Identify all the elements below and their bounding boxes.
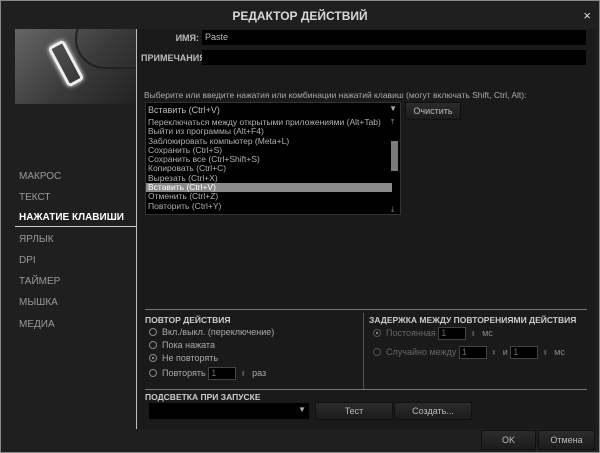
close-icon[interactable]: ×	[583, 8, 591, 23]
radio-label: Пока нажата	[162, 340, 215, 350]
divider	[145, 389, 587, 390]
constant-delay-input[interactable]: 1	[438, 327, 467, 340]
radio-checked-icon[interactable]	[373, 328, 381, 337]
keystroke-combo[interactable]: Вставить (Ctrl+V) ▼ Переключаться между …	[145, 102, 401, 215]
list-item[interactable]: Повторить (Ctrl+Y)	[146, 201, 392, 211]
notes-label: ПРИМЕЧАНИЯ:	[141, 53, 209, 63]
divider	[363, 313, 364, 389]
nav-keystroke[interactable]: НАЖАТИЕ КЛАВИШИ	[19, 212, 124, 223]
no-repeat-radio[interactable]: Не повторять	[149, 353, 218, 363]
spinner-icon[interactable]: ⬍	[542, 349, 548, 357]
and-label: и	[502, 346, 508, 357]
combo-value[interactable]: Вставить (Ctrl+V)	[148, 105, 220, 115]
keystroke-prompt: Выберите или введите нажатия или комбина…	[144, 90, 527, 100]
create-button[interactable]: Создать...	[394, 402, 472, 420]
nav-active-underline	[15, 226, 137, 227]
nav-text[interactable]: ТЕКСТ	[19, 192, 51, 203]
radio-label: Повторять	[162, 367, 206, 378]
divider	[136, 29, 137, 429]
spinner-icon[interactable]: ⬍	[491, 349, 497, 357]
ok-button[interactable]: OK	[481, 430, 536, 450]
delay-title: ЗАДЕРЖКА МЕЖДУ ПОВТОРЕНИЯМИ ДЕЙСТВИЯ	[369, 315, 577, 325]
notes-input[interactable]	[202, 50, 586, 65]
scroll-top-icon[interactable]: ⤒	[391, 119, 399, 127]
repeat-toggle-radio[interactable]: Вкл./выкл. (переключение)	[149, 327, 274, 337]
radio-label: Вкл./выкл. (переключение)	[162, 327, 275, 337]
radio-icon[interactable]	[149, 341, 157, 349]
lighting-title: ПОДСВЕТКА ПРИ ЗАПУСКЕ	[145, 392, 261, 402]
repeat-count-radio[interactable]: Повторять 1 ⬍ раз	[149, 367, 266, 380]
radio-icon[interactable]	[373, 347, 381, 356]
scroll-bottom-icon[interactable]: ⤓	[391, 206, 394, 214]
repeat-while-pressed-radio[interactable]: Пока нажата	[149, 340, 215, 350]
name-input[interactable]: Paste	[202, 30, 586, 45]
random-to-input[interactable]: 1	[510, 346, 539, 359]
random-delay-radio[interactable]: Случайно между 1 ⬍ и 1 ⬍ мс	[373, 346, 565, 359]
nav-macro[interactable]: МАКРОС	[19, 171, 61, 182]
scroll-thumb[interactable]	[391, 141, 398, 171]
radio-label: Постоянная	[386, 327, 436, 338]
test-button[interactable]: Тест	[315, 402, 393, 420]
nav-media[interactable]: МЕДИА	[19, 319, 55, 330]
constant-delay-radio[interactable]: Постоянная 1 ⬍ мс	[373, 327, 493, 340]
repeat-count-input[interactable]: 1	[208, 367, 237, 380]
radio-checked-icon[interactable]	[149, 354, 157, 362]
radio-label: Случайно между	[386, 346, 457, 357]
keystroke-list: Переключаться между открытыми приложения…	[146, 117, 392, 211]
lighting-select[interactable]: ▼	[149, 403, 309, 419]
clear-button[interactable]: Очистить	[405, 102, 461, 120]
radio-icon[interactable]	[149, 328, 157, 336]
cancel-button[interactable]: Отмена	[538, 430, 595, 450]
window-title: РЕДАКТОР ДЕЙСТВИЙ	[232, 9, 368, 23]
spinner-icon[interactable]: ⬍	[240, 370, 246, 378]
radio-label: Не повторять	[162, 353, 219, 363]
action-editor-window: РЕДАКТОР ДЕЙСТВИЙ × МАКРОС ТЕКСТ НАЖАТИЕ…	[0, 0, 600, 453]
radio-icon[interactable]	[149, 368, 157, 377]
device-image	[15, 29, 137, 104]
nav-dpi[interactable]: DPI	[19, 255, 36, 266]
repeat-title: ПОВТОР ДЕЙСТВИЯ	[145, 315, 231, 325]
dropdown-arrow-icon[interactable]: ▼	[298, 405, 306, 414]
spinner-icon[interactable]: ⬍	[470, 330, 476, 338]
nav-mouse[interactable]: МЫШКА	[19, 297, 58, 308]
unit-label: мс	[482, 327, 493, 338]
scrollbar[interactable]: ⤒ ⤓	[391, 119, 399, 214]
name-label: ИМЯ:	[175, 33, 199, 43]
unit-label: мс	[554, 346, 565, 357]
dropdown-arrow-icon[interactable]: ▼	[389, 104, 397, 113]
nav-timer[interactable]: ТАЙМЕР	[19, 276, 60, 287]
nav-shortcut[interactable]: ЯРЛЫК	[19, 234, 54, 245]
random-from-input[interactable]: 1	[458, 346, 487, 359]
unit-label: раз	[252, 367, 267, 378]
divider	[145, 309, 587, 310]
